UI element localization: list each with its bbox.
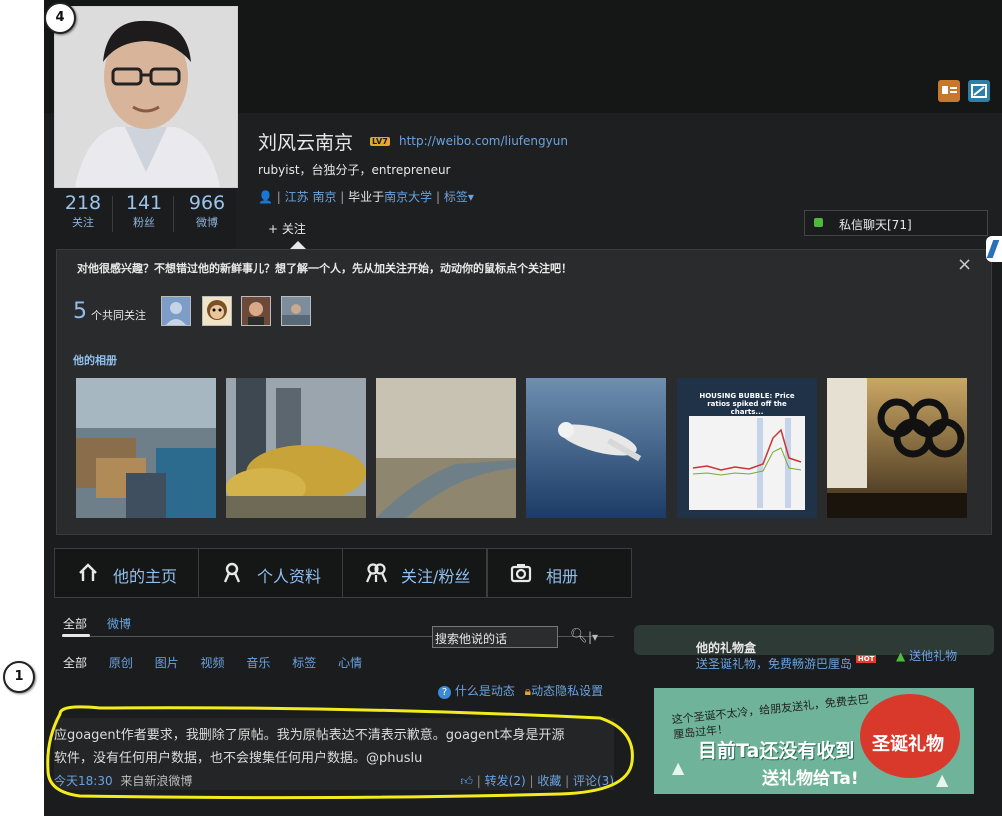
- stat-followers-count: 141: [125, 192, 163, 214]
- feed-tab-weibo[interactable]: 微博: [107, 615, 131, 632]
- album-photo-6[interactable]: [827, 378, 967, 518]
- private-chat-button[interactable]: 私信聊天[71]: [804, 210, 988, 236]
- profile-bio: rubyist，台独分子，entrepreneur: [258, 163, 451, 177]
- filter-tag[interactable]: 标签: [292, 656, 316, 670]
- banner-red-text: 圣诞礼物: [872, 734, 944, 755]
- annotation-marker-1: 1: [3, 661, 35, 693]
- filter-original[interactable]: 原创: [109, 656, 133, 670]
- tree-icon: ▲: [672, 758, 685, 777]
- stat-followers[interactable]: 141 粉丝: [119, 192, 169, 230]
- album-photo-4[interactable]: [526, 378, 666, 518]
- filter-image[interactable]: 图片: [155, 656, 179, 670]
- school-link[interactable]: 南京大学: [384, 190, 432, 204]
- search-options-chevron-icon[interactable]: |▾: [588, 630, 598, 644]
- stat-divider: [173, 196, 174, 232]
- gift-promo-row: 送圣诞礼物，免费畅游巴厘岛 HOT: [696, 655, 877, 672]
- close-icon[interactable]: ×: [957, 254, 972, 275]
- search-placeholder: 搜索他说的话: [435, 632, 508, 646]
- help-icon: ?: [438, 686, 451, 699]
- profile-url-link[interactable]: http://weibo.com/liufengyun: [399, 134, 568, 148]
- filter-mood[interactable]: 心情: [338, 656, 362, 670]
- album-photo-2[interactable]: [226, 378, 366, 518]
- common-follow-count[interactable]: 5: [73, 299, 87, 324]
- follow-button[interactable]: + 关注: [268, 220, 306, 237]
- search-icon[interactable]: 🔍︎: [570, 628, 588, 644]
- tags-link[interactable]: 标签: [444, 190, 468, 204]
- christmas-gift-banner[interactable]: 这个圣诞不太冷，给朋友送礼，免费去巴厘岛过年！ 目前Ta还没有收到 圣诞礼物 送…: [654, 688, 974, 794]
- gift-promo-link[interactable]: 送圣诞礼物，免费畅游巴厘岛: [696, 657, 852, 671]
- stat-weibo[interactable]: 966 微博: [182, 192, 232, 230]
- tree-icon: ▲: [896, 649, 906, 663]
- tab-home-label: 他的主页: [113, 567, 178, 586]
- location-link[interactable]: 江苏 南京: [285, 190, 337, 204]
- person-icon: 👤: [258, 190, 273, 204]
- banner-big-text: 目前Ta还没有收到: [698, 740, 855, 762]
- tab-home[interactable]: 他的主页: [54, 548, 199, 598]
- tab-follow[interactable]: 关注/粉丝: [342, 548, 487, 598]
- filter-all[interactable]: 全部: [63, 656, 87, 670]
- avatar[interactable]: [54, 6, 238, 188]
- online-status-icon: [814, 218, 823, 227]
- stat-divider: [112, 196, 113, 232]
- common-follow-avatar-4[interactable]: [281, 296, 311, 326]
- stat-followers-label: 粉丝: [133, 216, 155, 229]
- stat-following-label: 关注: [72, 216, 94, 229]
- level-badge[interactable]: LV7: [370, 137, 390, 146]
- tab-album[interactable]: 相册: [487, 548, 632, 598]
- album-photo-3[interactable]: [376, 378, 516, 518]
- tab-album-label: 相册: [546, 567, 579, 586]
- tree-icon: ▲: [936, 770, 949, 789]
- common-follow-avatar-3[interactable]: [241, 296, 271, 326]
- feed-help-row: ? 什么是动态 🔒︎动态隐私设置: [438, 682, 603, 699]
- feed-tab-indicator: [62, 634, 90, 637]
- follow-prompt: 对他很感兴趣？不想错过他的新鲜事儿？想了解一个人，先从加关注开始，动动你的鼠标点…: [77, 262, 572, 275]
- feed-tab-all[interactable]: 全部: [63, 615, 87, 632]
- what-is-feed-link[interactable]: 什么是动态: [455, 684, 515, 698]
- banner-sub-text: 送礼物给Ta!: [762, 769, 859, 789]
- camera-icon: [510, 564, 532, 583]
- stat-weibo-count: 966: [188, 192, 226, 214]
- stat-weibo-label: 微博: [196, 216, 218, 229]
- banner-small-text: 这个圣诞不太冷，给朋友送礼，免费去巴厘岛过年！: [671, 692, 870, 742]
- profile-meta: 👤 | 江苏 南京 | 毕业于南京大学 | 标签▾: [258, 190, 474, 204]
- send-gift-button[interactable]: ▲ 送他礼物: [896, 647, 957, 664]
- highlight-annotation: [46, 705, 634, 800]
- private-chat-label: 私信聊天[71]: [839, 218, 912, 232]
- common-follow-label: 个共同关注: [91, 309, 146, 322]
- privacy-settings-link[interactable]: 动态隐私设置: [531, 684, 603, 698]
- album-photo-5[interactable]: HOUSING BUBBLE: Price ratios spiked off …: [677, 378, 817, 518]
- common-follow-avatar-2[interactable]: [202, 296, 232, 326]
- vcard-icon[interactable]: [938, 80, 960, 102]
- album-title[interactable]: 他的相册: [73, 352, 117, 368]
- stat-following[interactable]: 218 关注: [58, 192, 108, 230]
- home-icon: [79, 563, 97, 581]
- common-follow-avatar-1[interactable]: [161, 296, 191, 326]
- tab-profile[interactable]: 个人资料: [198, 548, 343, 598]
- annotation-marker-4: 4: [44, 2, 76, 34]
- people-icon: [365, 563, 387, 583]
- chevron-down-icon[interactable]: ▾: [468, 190, 474, 204]
- feed-filters: 全部 原创 图片 视频 音乐 标签 心情: [63, 654, 362, 671]
- album-photo-1[interactable]: [76, 378, 216, 518]
- arrow-up-icon: [290, 241, 306, 249]
- filter-music[interactable]: 音乐: [246, 656, 270, 670]
- stat-following-count: 218: [64, 192, 102, 214]
- profile-name: 刘风云南京: [258, 132, 354, 154]
- tab-follow-label: 关注/粉丝: [401, 567, 471, 586]
- person-icon: [223, 562, 241, 583]
- gift-title: 他的礼物盒: [696, 641, 757, 655]
- search-input[interactable]: 搜索他说的话: [432, 626, 558, 648]
- filter-video[interactable]: 视频: [201, 656, 225, 670]
- send-gift-label: 送他礼物: [909, 649, 958, 663]
- hot-badge: HOT: [855, 655, 877, 663]
- side-widget-edge[interactable]: [986, 236, 1002, 262]
- template-icon[interactable]: [968, 80, 990, 102]
- tab-profile-label: 个人资料: [257, 567, 322, 586]
